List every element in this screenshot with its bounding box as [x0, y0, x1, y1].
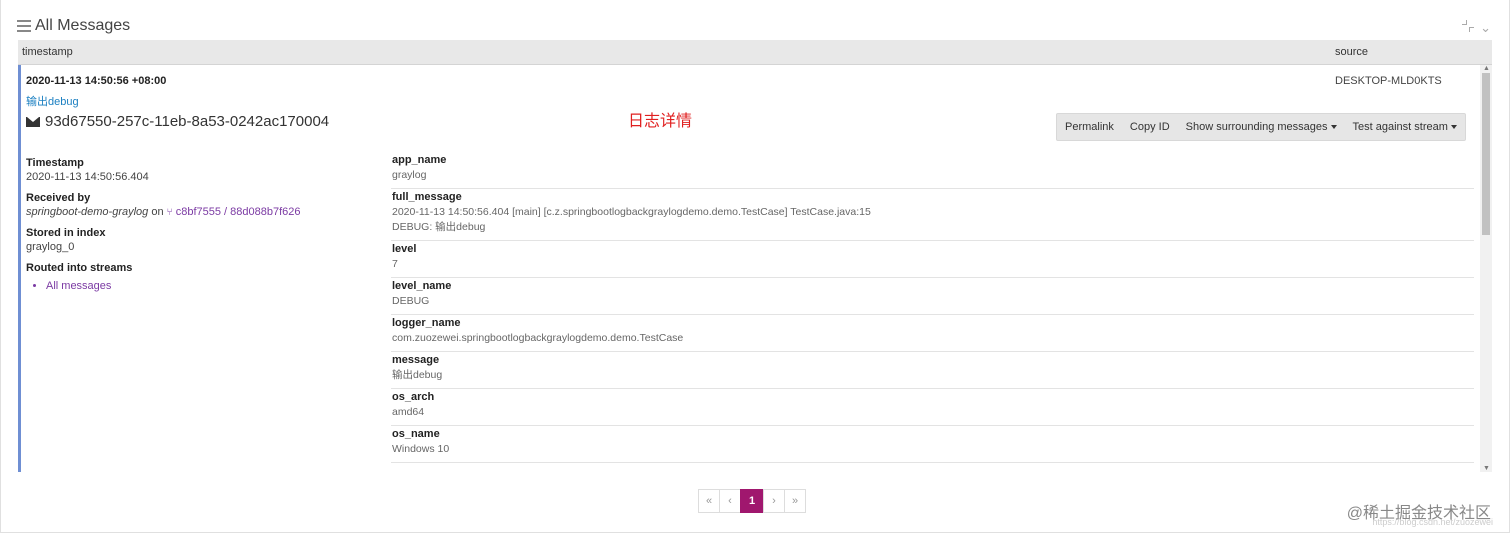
field-row: full_message 2020-11-13 14:50:56.404 [ma… — [391, 189, 1474, 241]
vertical-scrollbar[interactable]: ▲ ▼ — [1480, 65, 1492, 472]
all-messages-widget: All Messages ⌄ timestamp source 2020-11-… — [0, 0, 1510, 533]
field-row: app_name graylog — [391, 152, 1474, 189]
table-header: timestamp source — [18, 40, 1492, 65]
field-row: level 7 — [391, 241, 1474, 278]
input-link[interactable]: c8bf7555 / 88d088b7f626 — [176, 206, 301, 218]
message-source: DESKTOP-MLD0KTS — [1335, 75, 1442, 87]
selected-row-indicator — [18, 65, 21, 472]
message-detail-panel: 2020-11-13 14:50:56 +08:00 DESKTOP-MLD0K… — [18, 65, 1492, 472]
current-page-button[interactable]: 1 — [740, 489, 764, 513]
field-row: message 输出debug — [391, 352, 1474, 389]
timestamp-label: Timestamp — [26, 157, 84, 169]
field-key[interactable]: level — [392, 243, 1474, 255]
fork-icon: ⑂ — [166, 207, 173, 218]
first-page-button[interactable]: « — [698, 489, 720, 513]
watermark: @稀土掘金技术社区 — [1346, 505, 1491, 522]
routed-streams-label: Routed into streams — [26, 262, 133, 274]
pagination: « ‹ 1 › » — [698, 489, 806, 513]
received-node: springboot-demo-graylog — [26, 206, 149, 218]
last-page-button[interactable]: » — [784, 489, 806, 513]
caret-down-icon — [1450, 125, 1457, 130]
next-page-button[interactable]: › — [763, 489, 785, 513]
column-header-source[interactable]: source — [1335, 46, 1368, 58]
field-value: graylog — [392, 169, 427, 181]
field-value: 7 — [392, 258, 398, 270]
permalink-button[interactable]: Permalink — [1057, 114, 1122, 140]
message-actions: Permalink Copy ID Show surrounding messa… — [1056, 113, 1466, 141]
stored-index-value: graylog_0 — [26, 241, 75, 253]
field-value: Windows 10 — [392, 443, 450, 455]
stored-index-label: Stored in index — [26, 227, 106, 239]
field-row: level_name DEBUG — [391, 278, 1474, 315]
received-on-text: on — [151, 206, 164, 218]
field-row: os_name Windows 10 — [391, 426, 1474, 463]
envelope-icon — [26, 116, 40, 127]
field-key[interactable]: os_arch — [392, 391, 1474, 403]
widget-controls: ⌄ — [1462, 20, 1491, 36]
test-stream-label: Test against stream — [1352, 121, 1448, 133]
test-stream-button[interactable]: Test against stream — [1345, 114, 1465, 140]
column-header-timestamp[interactable]: timestamp — [22, 46, 73, 58]
message-metadata: Timestamp 2020-11-13 14:50:56.404 Receiv… — [26, 152, 366, 292]
stream-list: All messages — [46, 280, 366, 292]
field-key[interactable]: full_message — [392, 191, 1474, 203]
stream-link[interactable]: All messages — [46, 280, 366, 292]
field-value: amd64 — [392, 406, 425, 418]
annotation-label: 日志详情 — [628, 113, 693, 130]
caret-down-icon — [1330, 125, 1337, 130]
received-by-label: Received by — [26, 192, 91, 204]
message-id-heading: 93d67550-257c-11eb-8a53-0242ac170004 — [26, 113, 329, 130]
field-row: os_arch amd64 — [391, 389, 1474, 426]
field-key[interactable]: os_name — [392, 428, 1474, 440]
scroll-down-icon[interactable]: ▼ — [1483, 465, 1490, 472]
drag-handle-icon[interactable] — [17, 20, 31, 32]
field-key[interactable]: app_name — [392, 154, 1474, 166]
message-id: 93d67550-257c-11eb-8a53-0242ac170004 — [45, 113, 330, 130]
timestamp-value: 2020-11-13 14:50:56.404 — [26, 171, 149, 183]
widget-header: All Messages — [17, 14, 130, 38]
field-value: com.zuozewei.springbootlogbackgraylogdem… — [392, 332, 684, 344]
field-key[interactable]: message — [392, 354, 1474, 366]
field-key[interactable]: logger_name — [392, 317, 1474, 329]
field-value: 输出debug — [392, 369, 443, 381]
chevron-down-icon[interactable]: ⌄ — [1480, 20, 1491, 36]
show-surrounding-label: Show surrounding messages — [1185, 121, 1328, 133]
field-value-line2: DEBUG: 输出debug — [392, 221, 486, 233]
message-timestamp: 2020-11-13 14:50:56 +08:00 — [26, 75, 167, 87]
field-row: logger_name com.zuozewei.springbootlogba… — [391, 315, 1474, 352]
field-key[interactable]: level_name — [392, 280, 1474, 292]
message-fields: app_name graylog full_message 2020-11-13… — [391, 152, 1474, 463]
compress-icon[interactable] — [1462, 20, 1475, 32]
field-value: 2020-11-13 14:50:56.404 [main] [c.z.spri… — [392, 206, 871, 218]
copy-id-button[interactable]: Copy ID — [1122, 114, 1178, 140]
field-value: DEBUG — [392, 295, 430, 307]
received-by-value: springboot-demo-graylog on ⑂ c8bf7555 / … — [26, 206, 366, 218]
widget-title: All Messages — [35, 17, 131, 34]
show-surrounding-button[interactable]: Show surrounding messages — [1178, 114, 1345, 140]
message-text[interactable]: 输出debug — [26, 93, 79, 109]
scrollbar-thumb[interactable] — [1482, 73, 1490, 235]
prev-page-button[interactable]: ‹ — [719, 489, 741, 513]
scroll-up-icon[interactable]: ▲ — [1483, 65, 1490, 72]
